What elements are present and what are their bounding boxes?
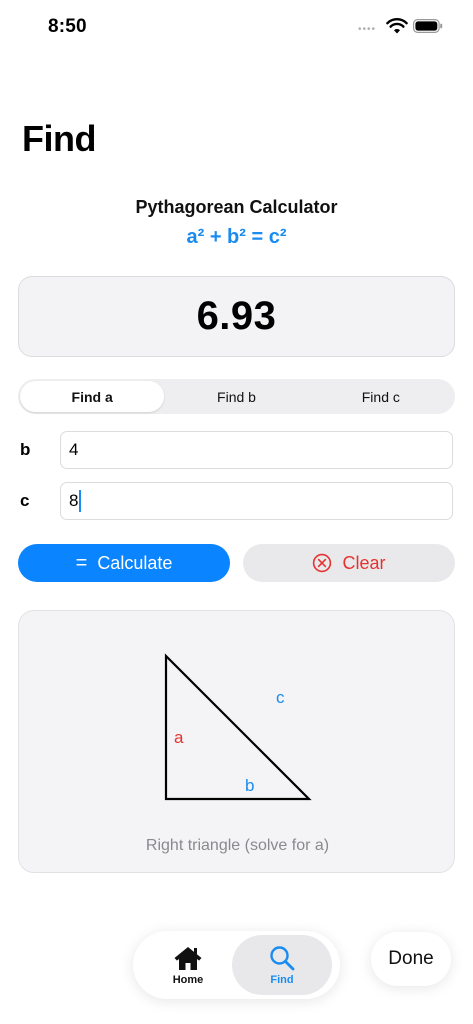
tab-find-label: Find: [270, 973, 294, 986]
tab-home[interactable]: Home: [138, 935, 238, 995]
segment-find-a[interactable]: Find a: [20, 381, 165, 412]
calculator-formula: a² + b² = c²: [186, 226, 287, 248]
field-row-b: b 4: [0, 431, 473, 469]
clear-label: Clear: [342, 552, 386, 573]
triangle-diagram-card: a b c Right triangle (solve for a): [18, 610, 455, 873]
field-label-b: b: [20, 440, 31, 459]
magnifying-glass-icon: [270, 945, 295, 970]
calculate-button[interactable]: = Calculate: [18, 544, 230, 582]
side-b-input[interactable]: 4: [60, 431, 453, 469]
page-title: Find: [22, 118, 96, 159]
tab-find[interactable]: Find: [232, 935, 332, 995]
equals-icon: =: [75, 552, 88, 574]
side-c-label: c: [276, 688, 285, 707]
wifi-icon: [386, 18, 408, 34]
clear-circle-x-icon: [313, 553, 332, 573]
side-a-label: a: [174, 728, 184, 747]
status-time: 8:50: [48, 16, 87, 37]
battery-icon: [413, 19, 443, 33]
done-button[interactable]: Done: [371, 932, 451, 986]
result-value: 6.93: [196, 294, 277, 338]
right-triangle-diagram: a b c: [164, 653, 312, 801]
tab-home-label: Home: [172, 973, 204, 986]
tab-bar: Home Find: [133, 931, 340, 999]
segment-find-c[interactable]: Find c: [309, 381, 453, 412]
calculate-label: Calculate: [97, 552, 173, 573]
side-c-input[interactable]: 8: [60, 482, 453, 520]
calculator-title: Pythagorean Calculator: [135, 197, 338, 217]
segment-find-b[interactable]: Find b: [164, 381, 308, 412]
signal-dots-icon: ••••: [358, 24, 377, 35]
side-b-value: 4: [69, 440, 79, 459]
side-b-label: b: [245, 776, 254, 795]
field-row-c: c 8: [0, 482, 473, 520]
status-bar: 8:50 ••••: [0, 0, 473, 54]
right-triangle-shape: [164, 653, 312, 801]
text-caret: [79, 490, 82, 512]
field-label-c: c: [20, 491, 30, 510]
find-mode-segmented-control: Find a Find b Find c: [18, 379, 455, 414]
result-card: 6.93: [18, 276, 455, 357]
house-icon: [174, 946, 202, 970]
clear-button[interactable]: Clear: [243, 544, 455, 582]
side-c-value: 8: [69, 491, 79, 510]
triangle-caption: Right triangle (solve for a): [145, 837, 330, 854]
